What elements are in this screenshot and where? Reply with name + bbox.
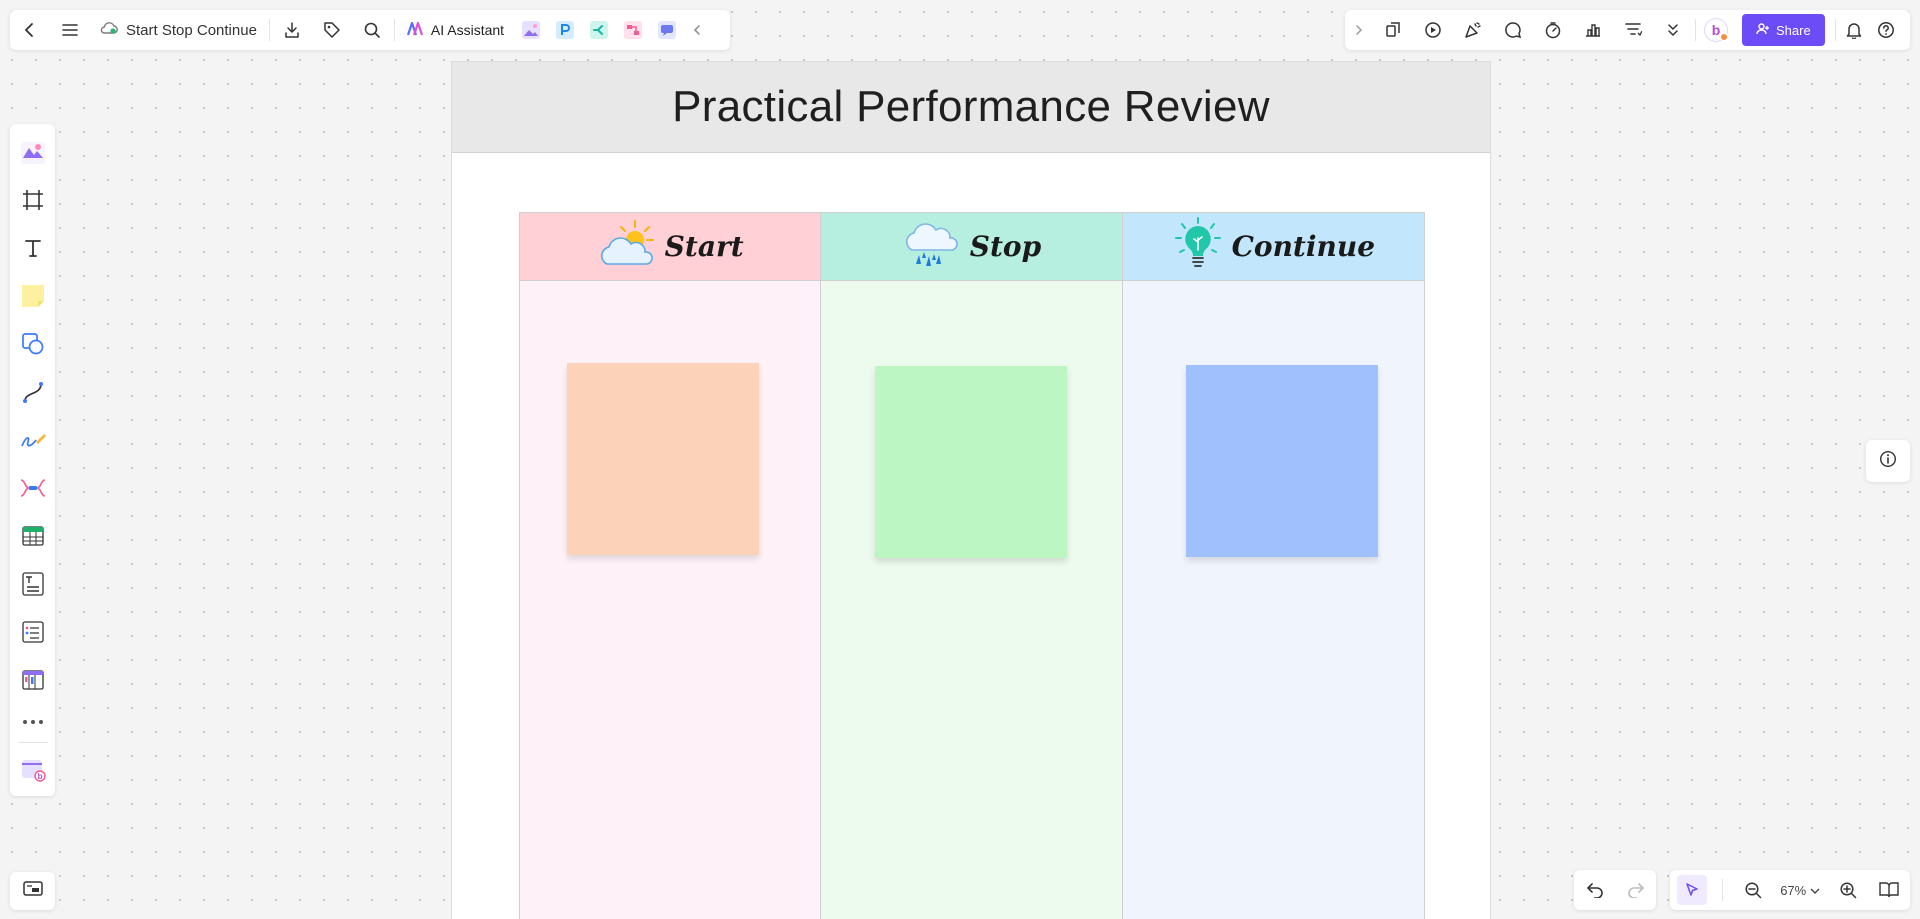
rain-cloud-icon (902, 218, 962, 275)
share-label: Share (1776, 22, 1811, 38)
divider (1834, 19, 1836, 41)
info-icon (1879, 450, 1897, 473)
user-avatar[interactable]: b (1698, 10, 1734, 50)
text-block-icon[interactable] (10, 560, 55, 608)
column-label: Start (664, 230, 744, 263)
flowchart-app-icon[interactable] (616, 10, 650, 50)
expand-toolbar-icon[interactable] (1345, 10, 1373, 50)
top-left-toolbar: Start Stop Continue AI Assistant (10, 10, 730, 50)
divider (268, 19, 270, 41)
board-header: Practical Performance Review (452, 62, 1490, 153)
board-frame[interactable]: Practical Performance Review Start Stop … (451, 61, 1491, 919)
text-icon[interactable] (10, 224, 55, 272)
column-header-continue[interactable]: Continue (1122, 213, 1424, 281)
ai-logo-icon (406, 21, 425, 39)
column-header-stop[interactable]: Stop (821, 213, 1122, 281)
column-body[interactable] (520, 281, 821, 919)
zoom-level-dropdown[interactable]: 67% (1780, 883, 1820, 898)
cloud-saved-icon (100, 21, 118, 39)
minimap-button[interactable] (10, 872, 55, 910)
vote-icon[interactable] (1573, 10, 1613, 50)
ai-shapes-icon[interactable] (10, 128, 55, 176)
top-right-toolbar: b Share (1345, 10, 1910, 50)
divider (1695, 19, 1696, 41)
comment-icon[interactable] (1493, 10, 1533, 50)
divider (1722, 879, 1724, 901)
avatar-status-dot (1720, 33, 1728, 41)
menu-icon[interactable] (50, 10, 90, 50)
connector-icon[interactable] (10, 368, 55, 416)
present-icon[interactable] (1413, 10, 1453, 50)
start-stop-continue-table[interactable]: Start Stop Continue (519, 212, 1425, 919)
list-icon[interactable] (10, 608, 55, 656)
redo-icon[interactable] (1620, 874, 1652, 906)
app-store-icon[interactable]: b (10, 745, 55, 793)
back-icon[interactable] (10, 10, 50, 50)
frame-icon[interactable] (10, 176, 55, 224)
history-controls (1574, 870, 1656, 910)
info-button[interactable] (1866, 440, 1910, 482)
zoom-controls: 67% (1670, 870, 1910, 910)
ai-assistant-label: AI Assistant (430, 22, 505, 38)
search-icon[interactable] (352, 10, 392, 50)
shapes-icon[interactable] (10, 320, 55, 368)
column-continue: Continue (1122, 213, 1424, 919)
kanban-icon[interactable] (10, 656, 55, 704)
sticky-note[interactable] (567, 363, 759, 555)
collapse-apps-icon[interactable] (684, 10, 710, 50)
left-toolbar: b (10, 124, 55, 796)
download-icon[interactable] (272, 10, 312, 50)
timer-icon[interactable] (1533, 10, 1573, 50)
tag-icon[interactable] (312, 10, 352, 50)
book-icon[interactable] (1875, 874, 1903, 906)
sticky-note[interactable] (1185, 365, 1378, 557)
column-stop: Stop (821, 213, 1123, 919)
add-user-icon (1756, 22, 1770, 39)
chevron-down-icon (1810, 883, 1820, 898)
help-icon[interactable] (1870, 10, 1902, 50)
bell-icon[interactable] (1838, 10, 1870, 50)
sticky-note-icon[interactable] (10, 272, 55, 320)
document-title-text: Start Stop Continue (126, 21, 257, 39)
presentation-app-icon[interactable] (548, 10, 582, 50)
board-title[interactable]: Practical Performance Review (672, 82, 1270, 132)
mind-map-icon[interactable] (10, 464, 55, 512)
pen-icon[interactable] (10, 416, 55, 464)
filter-icon[interactable] (1613, 10, 1653, 50)
share-button[interactable]: Share (1742, 14, 1825, 46)
templates-icon[interactable] (1373, 10, 1413, 50)
select-pointer-icon[interactable] (1676, 875, 1707, 905)
column-body[interactable] (821, 281, 1122, 919)
more-icon[interactable] (10, 704, 55, 740)
sticky-note[interactable] (875, 366, 1068, 558)
document-title[interactable]: Start Stop Continue (90, 21, 267, 39)
mindmap-app-icon[interactable] (582, 10, 616, 50)
svg-text:b: b (37, 772, 42, 781)
column-label: Continue (1231, 230, 1376, 263)
lightbulb-icon (1172, 216, 1224, 277)
undo-icon[interactable] (1579, 874, 1611, 906)
image-app-icon[interactable] (514, 10, 548, 50)
zoom-out-icon[interactable] (1739, 874, 1767, 906)
ai-assistant-button[interactable]: AI Assistant (397, 10, 514, 50)
table-icon[interactable] (10, 512, 55, 560)
chat-app-icon[interactable] (650, 10, 684, 50)
column-start: Start (520, 213, 822, 919)
zoom-in-icon[interactable] (1834, 874, 1862, 906)
column-header-start[interactable]: Start (520, 213, 821, 281)
zoom-level: 67% (1780, 882, 1807, 898)
column-body[interactable] (1122, 281, 1424, 919)
column-label: Stop (969, 230, 1042, 263)
divider (17, 742, 48, 743)
minimap-icon (22, 880, 43, 903)
more-tools-icon[interactable] (1653, 10, 1693, 50)
divider (393, 19, 395, 41)
sun-cloud-icon (597, 218, 657, 275)
celebrate-icon[interactable] (1453, 10, 1493, 50)
